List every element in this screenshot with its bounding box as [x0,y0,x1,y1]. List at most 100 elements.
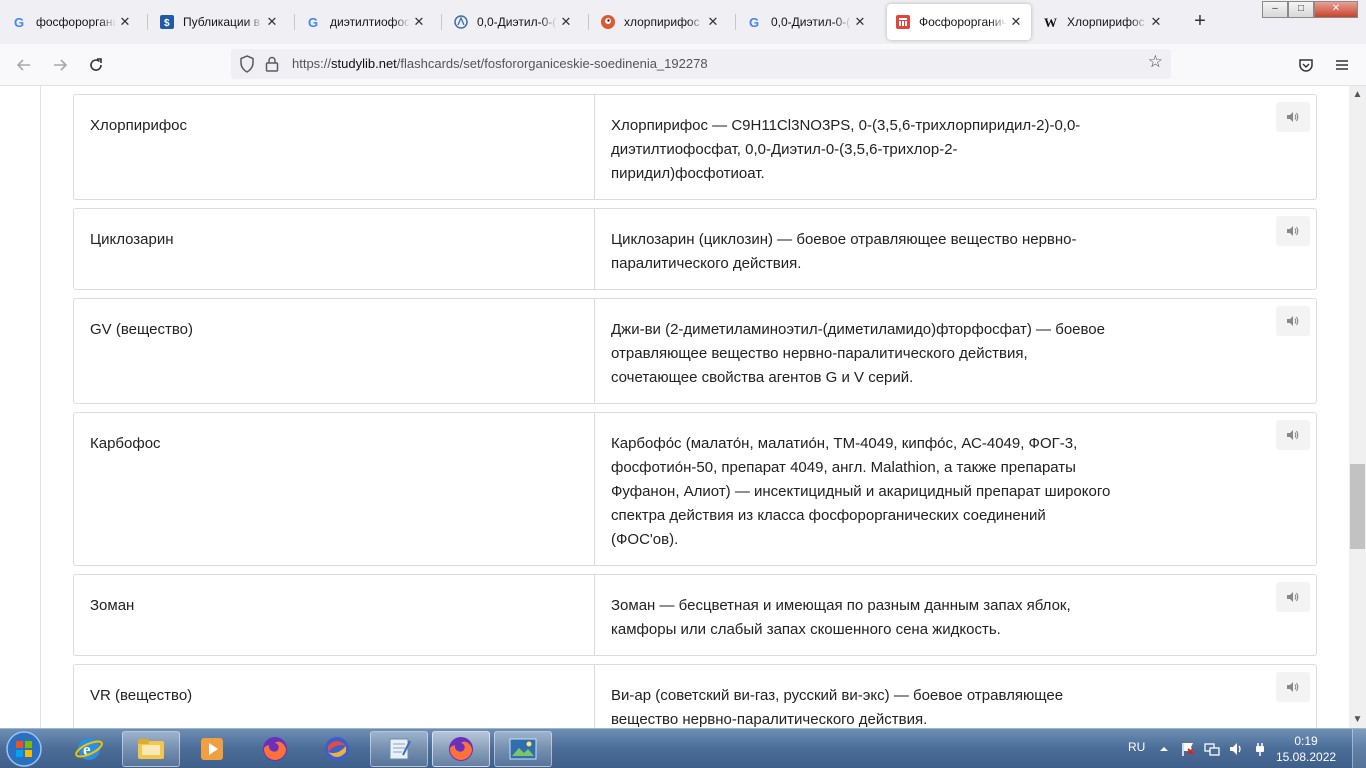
taskbar-explorer[interactable] [122,731,180,767]
tab-separator [441,14,442,30]
flashcard-term: Зоман [74,575,595,655]
studylib-icon [895,14,911,30]
close-tab-icon[interactable]: ✕ [706,14,720,30]
close-tab-icon[interactable]: ✕ [265,14,279,30]
swirl-app-icon [325,737,349,761]
forward-button[interactable] [48,53,72,77]
vertical-scrollbar[interactable]: ▲ ▼ [1349,86,1366,728]
flashcard: Зоман Зоман — бесцветная и имеющая по ра… [73,574,1317,656]
url-host: studylib.net [331,56,397,71]
url-bar[interactable]: https://studylib.net/flashcards/set/fosf… [231,49,1171,79]
tab-separator [735,14,736,30]
power-plug-icon[interactable] [1252,741,1268,757]
tab-title: диэтилтиофосфат [330,15,410,29]
firefox-icon [449,737,473,761]
taskbar-image-viewer[interactable] [494,731,552,767]
language-indicator[interactable]: RU [1128,740,1145,754]
tab-title: Хлорпирифос — [1067,15,1147,29]
speaker-icon [1287,592,1299,602]
volume-icon[interactable] [1228,741,1244,757]
close-tab-icon[interactable]: ✕ [118,14,132,30]
taskbar-firefox-active[interactable] [432,731,490,767]
scrollbar-thumb[interactable] [1350,464,1365,549]
taskbar-clock[interactable]: 0:19 15.08.2022 [1276,733,1336,765]
scroll-up-arrow-icon[interactable]: ▲ [1349,86,1366,103]
flashcard-definition: Джи-ви (2-диметиламиноэтил-(диметиламидо… [611,321,1105,386]
close-tab-icon[interactable]: ✕ [559,14,573,30]
tab-7-active[interactable]: Фосфорорганические ✕ [887,4,1031,40]
svg-text:G: G [749,15,759,29]
tab-8[interactable]: W Хлорпирифос — ✕ [1035,4,1171,40]
taskbar-app-swirl[interactable] [308,731,366,767]
navigation-bar: https://studylib.net/flashcards/set/fosf… [0,44,1366,86]
tab-separator [147,14,148,30]
flashcard: Карбофос Карбофо́с (малато́н, малатио́н,… [73,412,1317,566]
flashcard: Хлорпирифос Хлорпирифос — C9H11Cl3NO3PS,… [73,94,1317,200]
publications-icon: $ [159,14,175,30]
svg-text:G: G [14,15,24,29]
flashcard-term: VR (вещество) [74,665,595,728]
speak-button[interactable] [1276,672,1310,702]
close-window-button[interactable]: ✕ [1314,1,1358,18]
speaker-icon [1287,430,1299,440]
lock-icon[interactable] [265,55,279,73]
tracking-protection-shield-icon[interactable] [239,55,255,73]
flashcard-definition: Ви-ар (советский ви-газ, русский ви-экс)… [611,687,1064,728]
speak-button[interactable] [1276,306,1310,336]
speaker-icon [1287,316,1299,326]
tab-2[interactable]: $ Публикации в СМИ ✕ [151,4,287,40]
taskbar-ie[interactable]: e [60,731,118,767]
show-hidden-icons-arrow-icon[interactable] [1156,741,1172,757]
tab-3[interactable]: G диэтилтиофосфат ✕ [298,4,434,40]
flashcard-term: GV (вещество) [74,299,595,403]
notepad-icon [389,738,411,760]
tab-1[interactable]: G фосфорорганические ✕ [4,4,140,40]
url-text: https://studylib.net/flashcards/set/fosf… [292,56,708,71]
close-tab-icon[interactable]: ✕ [853,14,867,30]
close-tab-icon[interactable]: ✕ [1009,14,1023,30]
speak-button[interactable] [1276,582,1310,612]
flashcard-definition: Карбофо́с (малато́н, малатио́н, ТМ-4049,… [611,435,1111,548]
speak-button[interactable] [1276,216,1310,246]
show-desktop-button[interactable] [1352,729,1366,768]
arrow-right-icon [54,59,68,71]
firefox-icon [263,737,287,761]
speak-button[interactable] [1276,102,1310,132]
flashcard-definition: Хлорпирифос — C9H11Cl3NO3PS, 0-(3,5,6-тр… [611,117,1081,182]
maximize-button[interactable]: □ [1288,1,1314,18]
tab-5[interactable]: хлорпирифос at ✕ [592,4,728,40]
speak-button[interactable] [1276,420,1310,450]
network-icon[interactable] [1204,741,1220,757]
menu-button[interactable] [1330,53,1354,77]
start-button[interactable] [4,730,44,768]
back-button[interactable] [12,53,36,77]
pocket-button[interactable] [1294,53,1318,77]
reload-button[interactable] [84,53,108,77]
flashcard-term: Циклозарин [74,209,595,289]
close-tab-icon[interactable]: ✕ [412,14,426,30]
taskbar-media-player[interactable] [184,731,242,767]
action-center-flag-icon[interactable] [1180,741,1196,757]
taskbar-notepad[interactable] [370,731,428,767]
clock-time: 0:19 [1294,734,1318,748]
tab-6[interactable]: G 0,0-Диэтил-0-(3,5 ✕ [739,4,875,40]
bookmark-star-icon[interactable]: ☆ [1148,52,1163,72]
pocket-icon [1299,59,1313,72]
svg-text:W: W [1044,15,1057,29]
url-path: /flashcards/set/fosfororganiceskie-soedi… [396,56,708,71]
flashcard: Циклозарин Циклозарин (циклозин) — боево… [73,208,1317,290]
svg-text:$: $ [164,18,170,29]
tab-title: фосфорорганические [36,15,116,29]
url-scheme: https:// [292,56,332,71]
speaker-icon [1287,226,1299,236]
minimize-button[interactable]: – [1262,1,1288,18]
new-tab-button[interactable]: + [1188,10,1212,34]
scroll-down-arrow-icon[interactable]: ▼ [1349,711,1366,728]
tab-title: Публикации в СМИ [183,15,263,29]
tab-title: Фосфорорганические [919,15,1007,29]
close-tab-icon[interactable]: ✕ [1149,14,1163,30]
tab-4[interactable]: 0,0-Диэтил-0-(4- ✕ [445,4,581,40]
tab-title: 0,0-Диэтил-0-(3,5 [771,15,851,29]
taskbar-firefox[interactable] [246,731,304,767]
flashcard-term: Хлорпирифос [74,95,595,199]
